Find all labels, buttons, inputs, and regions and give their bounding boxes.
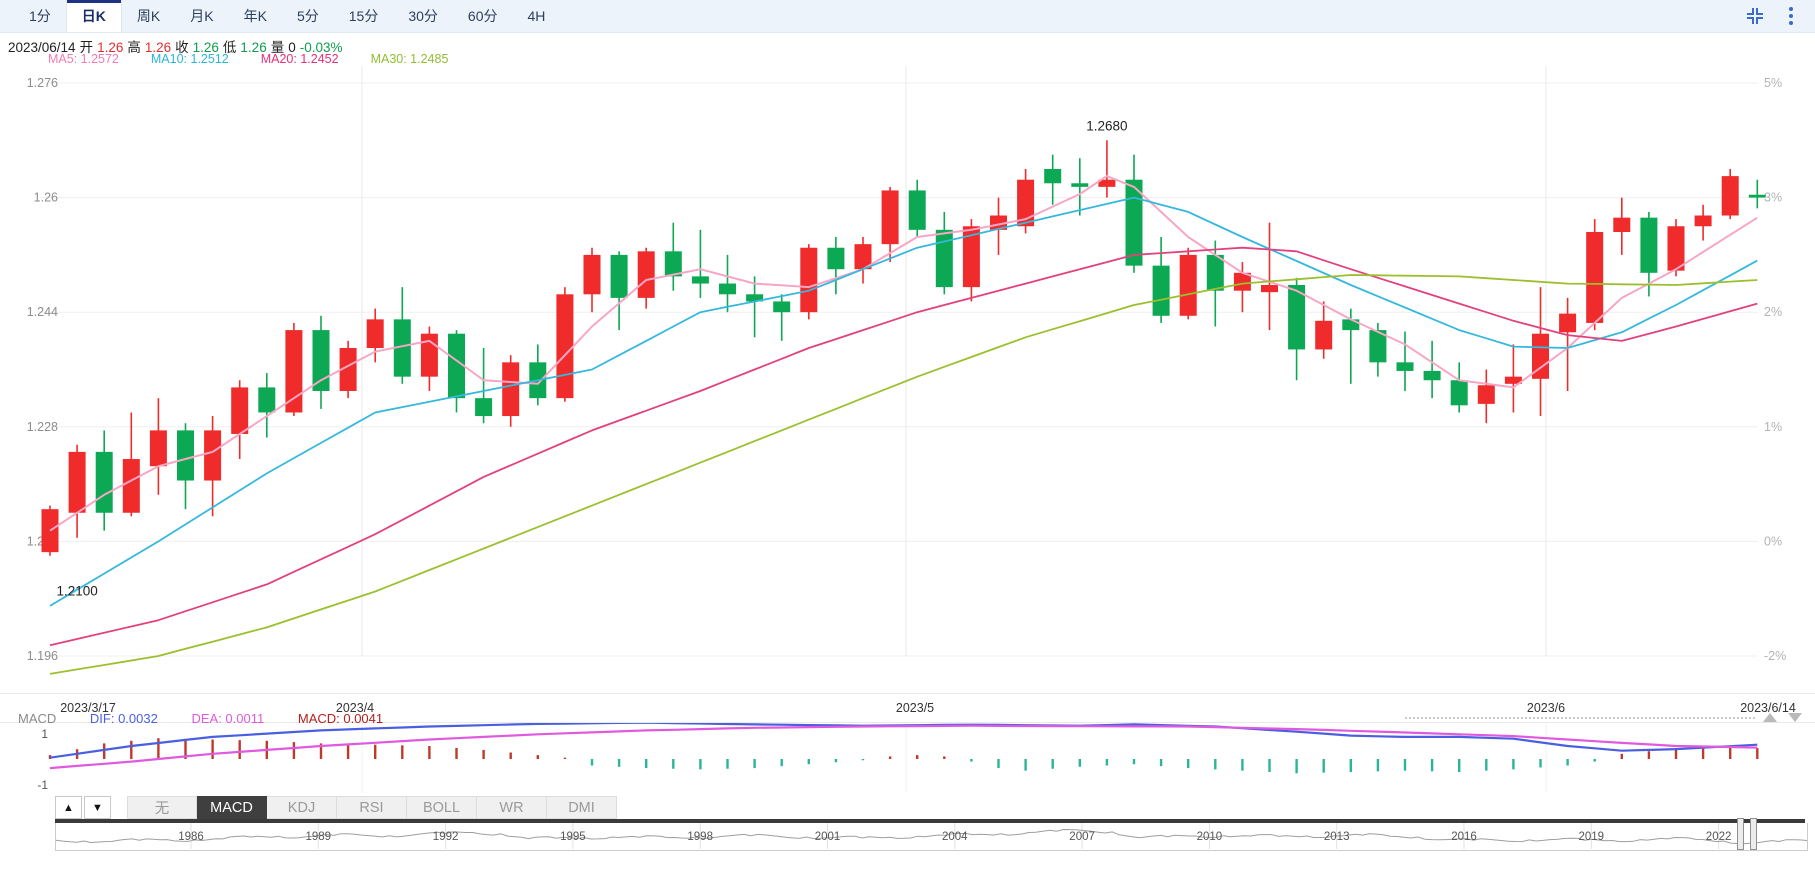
ma-label: MA20: 1.2452 — [261, 52, 339, 66]
navigator-year-label: 1998 — [687, 831, 713, 843]
svg-text:1.228: 1.228 — [27, 420, 58, 434]
navigator-year-label: 2010 — [1197, 831, 1223, 843]
macd-value: MACD: 0.0041 — [298, 711, 383, 726]
navigator-year-label: 2007 — [1069, 831, 1095, 843]
svg-text:1.276: 1.276 — [27, 76, 58, 90]
ma-label: MA30: 1.2485 — [371, 52, 449, 66]
indicator-tab-WR[interactable]: WR — [477, 796, 547, 819]
navigator-year-label: 2019 — [1579, 831, 1605, 843]
period-tab-60分[interactable]: 60分 — [453, 0, 513, 32]
period-tab-年K[interactable]: 年K — [229, 0, 282, 32]
navigator-year-label: 1986 — [178, 831, 204, 843]
ma-values: MA5: 1.2572 MA10: 1.2512 MA20: 1.2452 MA30:… — [48, 52, 480, 66]
x-axis-label: 2023/6 — [1527, 701, 1565, 715]
dea-value: DEA: 0.0011 — [191, 711, 264, 726]
svg-text:2%: 2% — [1764, 305, 1782, 319]
navigator-left-handle[interactable] — [1737, 818, 1744, 850]
svg-text:1.2100: 1.2100 — [56, 584, 97, 599]
more-menu-icon[interactable] — [1781, 6, 1801, 26]
period-tab-15分[interactable]: 15分 — [334, 0, 394, 32]
period-tab-月K[interactable]: 月K — [175, 0, 228, 32]
navigator-year-label: 2022 — [1706, 831, 1732, 843]
navigator-year-label: 1989 — [306, 831, 332, 843]
navigator-year-label: 1992 — [433, 831, 459, 843]
chart-application: 1分日K周K月K年K5分15分30分60分4H 2023/06/14开1.26高… — [0, 0, 1815, 879]
panel-collapse-button[interactable]: ▼ — [84, 796, 111, 819]
period-tabs: 1分日K周K月K年K5分15分30分60分4H — [14, 0, 560, 32]
navigator-year-label: 1995 — [560, 831, 586, 843]
svg-text:-2%: -2% — [1764, 649, 1786, 663]
indicator-tab-RSI[interactable]: RSI — [337, 796, 407, 819]
macd-chart-svg — [0, 723, 1815, 793]
macd-readout: MACD DIF: 0.0032 DEA: 0.0011 MACD: 0.004… — [18, 711, 413, 726]
quote-info-bar: 2023/06/14开1.26高1.26收1.26低1.26量0-0.03% M… — [0, 33, 1815, 66]
svg-text:1.2680: 1.2680 — [1086, 118, 1127, 133]
indicator-tabs: 无MACDKDJRSIBOLLWRDMI — [127, 796, 617, 819]
collapse-icon[interactable] — [1745, 6, 1765, 26]
svg-text:5%: 5% — [1764, 76, 1782, 90]
period-toolbar: 1分日K周K月K年K5分15分30分60分4H — [0, 0, 1815, 33]
period-tab-1分[interactable]: 1分 — [14, 0, 66, 32]
main-chart[interactable]: 1.2765%1.263%1.2442%1.2281%1.2120%1.196-… — [0, 66, 1815, 693]
ma-label: MA5: 1.2572 — [48, 52, 119, 66]
ma-label: MA10: 1.2512 — [151, 52, 229, 66]
x-axis-label: 2023/6/14 — [1740, 701, 1796, 715]
svg-text:0%: 0% — [1764, 534, 1782, 548]
panel-expand-button[interactable]: ▲ — [55, 796, 82, 819]
indicator-tab-BOLL[interactable]: BOLL — [407, 796, 477, 819]
indicator-tab-KDJ[interactable]: KDJ — [267, 796, 337, 819]
candlestick-chart-svg: 1.2765%1.263%1.2442%1.2281%1.2120%1.196-… — [0, 66, 1815, 693]
period-tab-日K[interactable]: 日K — [66, 0, 122, 32]
svg-text:1.196: 1.196 — [27, 649, 58, 663]
history-navigator[interactable]: 1986 1989 1992 1995 1998 2001 2004 2007 2010 2013… — [55, 823, 1808, 851]
toolbar-icons — [1745, 0, 1815, 32]
indicator-tab-DMI[interactable]: DMI — [547, 796, 617, 819]
period-tab-5分[interactable]: 5分 — [282, 0, 334, 32]
period-tab-4H[interactable]: 4H — [512, 0, 560, 32]
indicator-tab-无[interactable]: 无 — [127, 796, 197, 819]
svg-text:1.26: 1.26 — [34, 191, 58, 205]
macd-panel[interactable] — [0, 723, 1815, 793]
navigator-year-label: 2013 — [1324, 831, 1350, 843]
horizontal-scrollbar[interactable] — [1405, 717, 1755, 719]
navigator-year-label: 2004 — [942, 831, 968, 843]
indicator-tab-row: ▲ ▼ 无MACDKDJRSIBOLLWRDMI — [55, 795, 617, 819]
navigator-year-label: 2001 — [815, 831, 841, 843]
period-tab-30分[interactable]: 30分 — [393, 0, 453, 32]
dif-value: DIF: 0.0032 — [90, 711, 158, 726]
navigator-year-label: 2016 — [1451, 831, 1477, 843]
svg-text:1%: 1% — [1764, 420, 1782, 434]
navigator-right-handle[interactable] — [1750, 818, 1757, 850]
svg-text:3%: 3% — [1764, 191, 1782, 205]
indicator-tab-MACD[interactable]: MACD — [197, 796, 267, 819]
macd-panel-label: MACD — [18, 711, 56, 726]
svg-text:1.244: 1.244 — [27, 305, 58, 319]
period-tab-周K[interactable]: 周K — [122, 0, 175, 32]
x-axis-label: 2023/5 — [896, 701, 934, 715]
